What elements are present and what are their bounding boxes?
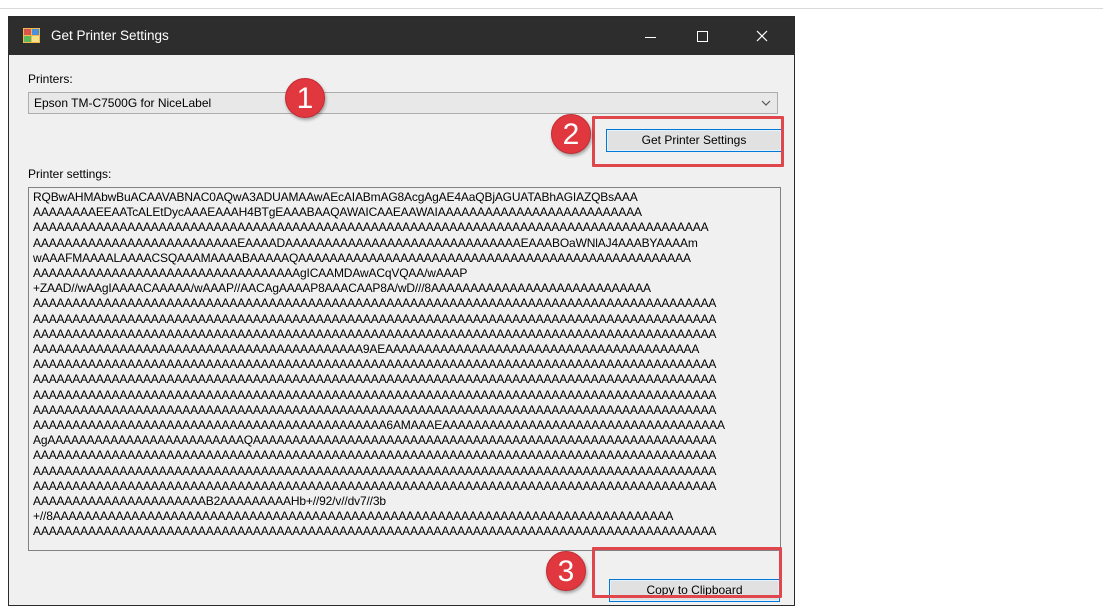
settings-line: +ZAAD//wAAgIAAAACAAAAA/wAAAP//AACAgAAAAP… (33, 281, 651, 296)
close-button[interactable] (739, 17, 785, 55)
maximize-button[interactable] (679, 17, 725, 55)
maximize-icon (696, 30, 708, 42)
top-rule (0, 8, 1103, 9)
dialog-window: Get Printer Settings Printers: Epson TM-… (8, 16, 795, 606)
settings-line: +//8AAAAAAAAAAAAAAAAAAAAAAAAAAAAAAAAAAAA… (33, 509, 674, 524)
step-1-badge: 1 (285, 78, 325, 118)
printer-settings-textarea[interactable]: RQBwAHMAbwBuACAAVABNAC0AQwA3ADUAMAAwAEcA… (28, 187, 781, 551)
title-bar[interactable]: Get Printer Settings (9, 17, 794, 55)
settings-line: AAAAAAAAAAAAAAAAAAAAAAAAAAAAAAAAAAAAAAAA… (33, 402, 717, 417)
settings-line: AAAAAAAAAAAAAAAAAAAAAAAAAAEAAAADAAAAAAAA… (33, 235, 698, 250)
settings-line: RQBwAHMAbwBuACAAVABNAC0AQwA3ADUAMAAwAEcA… (33, 190, 638, 204)
step-3-highlight (592, 547, 782, 598)
settings-line: AAAAAAAAAAAAAAAAAAAAAAAAAAAAAAAAAAAAAAAA… (33, 372, 717, 387)
settings-line: wAAAFMAAAALAAAACSQAAAMAAAABAAAAAQAAAAAAA… (33, 250, 691, 265)
settings-line: AAAAAAAAAAAAAAAAAAAAAAAAAAAAAAAAAAAAAAAA… (33, 326, 717, 341)
step-3-badge: 3 (546, 551, 586, 591)
settings-line: AAAAAAAAEEAATcALEtDycAAAEAAAH4BTgEAAABAA… (33, 205, 642, 220)
printer-settings-label: Printer settings: (28, 167, 112, 181)
step-2-highlight (592, 116, 784, 167)
printer-select[interactable]: Epson TM-C7500G for NiceLabel (28, 92, 778, 114)
settings-line: AAAAAAAAAAAAAAAAAAAAAAAAAAAAAAAAAAAAAAAA… (33, 342, 700, 357)
minimize-button[interactable] (627, 17, 673, 55)
settings-line: AgAAAAAAAAAAAAAAAAAAAAAAAAAQAAAAAAAAAAAA… (33, 433, 717, 448)
settings-line: AAAAAAAAAAAAAAAAAAAAAAAAAAAAAAAAAAAAAAAA… (33, 311, 717, 326)
settings-line: AAAAAAAAAAAAAAAAAAAAAAB2AAAAAAAAAHb+//92… (33, 494, 386, 509)
settings-line: AAAAAAAAAAAAAAAAAAAAAAAAAAAAAAAAAAAAAAAA… (33, 418, 725, 433)
chevron-down-icon (761, 100, 771, 106)
settings-line: AAAAAAAAAAAAAAAAAAAAAAAAAAAAAAAAAAAAAAAA… (33, 463, 717, 478)
close-icon (756, 30, 768, 42)
settings-line: AAAAAAAAAAAAAAAAAAAAAAAAAAAAAAAAAAAAAAAA… (33, 296, 717, 311)
minimize-icon (644, 36, 656, 38)
settings-line: AAAAAAAAAAAAAAAAAAAAAAAAAAAAAAAAAAAAAAAA… (33, 220, 709, 235)
printer-select-value: Epson TM-C7500G for NiceLabel (34, 96, 212, 110)
settings-line: AAAAAAAAAAAAAAAAAAAAAAAAAAAAAAAAAAAAAAAA… (33, 448, 717, 463)
printers-label: Printers: (28, 72, 73, 86)
step-2-badge: 2 (551, 114, 591, 154)
settings-line: AAAAAAAAAAAAAAAAAAAAAAAAAAAAAAAAAAAAAAAA… (33, 387, 717, 402)
app-icon (23, 28, 40, 43)
window-title: Get Printer Settings (51, 28, 169, 43)
settings-line: AAAAAAAAAAAAAAAAAAAAAAAAAAAAAAAAAAgICAAM… (33, 266, 468, 281)
printer-settings-lines: RQBwAHMAbwBuACAAVABNAC0AQwA3ADUAMAAwAEcA… (29, 188, 780, 540)
settings-line: AAAAAAAAAAAAAAAAAAAAAAAAAAAAAAAAAAAAAAAA… (33, 357, 717, 372)
settings-line: AAAAAAAAAAAAAAAAAAAAAAAAAAAAAAAAAAAAAAAA… (33, 478, 717, 493)
settings-line: AAAAAAAAAAAAAAAAAAAAAAAAAAAAAAAAAAAAAAAA… (33, 524, 717, 539)
